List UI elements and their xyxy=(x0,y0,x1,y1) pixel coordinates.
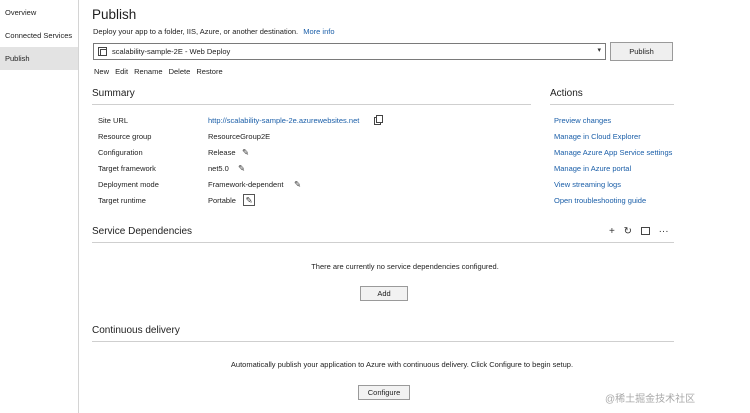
delete-profile-link[interactable]: Delete xyxy=(169,67,191,76)
actions-divider xyxy=(550,104,674,105)
continuous-delivery-message: Automatically publish your application t… xyxy=(230,360,574,369)
page-subtitle: Deploy your app to a folder, IIS, Azure,… xyxy=(93,27,335,36)
continuous-delivery-heading: Continuous delivery xyxy=(92,325,180,336)
sidebar-item-connected-services[interactable]: Connected Services xyxy=(0,24,78,47)
publish-page: Publish Deploy your app to a folder, IIS… xyxy=(80,0,750,413)
web-deploy-icon xyxy=(98,47,107,56)
actions-list: Preview changes Manage in Cloud Explorer… xyxy=(554,114,672,210)
sidebar-item-publish[interactable]: Publish xyxy=(0,47,78,70)
sidebar-item-overview[interactable]: Overview xyxy=(0,1,78,24)
summary-label: Target runtime xyxy=(98,196,146,205)
summary-value: Portable xyxy=(208,196,236,205)
preview-changes-link[interactable]: Preview changes xyxy=(554,114,672,130)
continuous-delivery-divider xyxy=(92,341,674,342)
chevron-down-icon: ▾ xyxy=(597,47,601,54)
service-dependencies-divider xyxy=(92,242,674,243)
manage-azure-portal-link[interactable]: Manage in Azure portal xyxy=(554,162,672,178)
restore-profile-link[interactable]: Restore xyxy=(196,67,222,76)
summary-value: net5.0 xyxy=(208,164,229,173)
summary-label: Site URL xyxy=(98,116,129,125)
subtitle-text: Deploy your app to a folder, IIS, Azure,… xyxy=(93,27,299,36)
add-dependency-icon[interactable]: + xyxy=(609,226,615,237)
refresh-icon[interactable]: ↻ xyxy=(624,226,632,237)
edit-profile-link[interactable]: Edit xyxy=(115,67,128,76)
view-streaming-logs-link[interactable]: View streaming logs xyxy=(554,178,672,194)
more-info-link[interactable]: More info xyxy=(303,27,334,36)
publish-profile-selected: scalability-sample-2E - Web Deploy xyxy=(112,47,231,56)
watermark: @稀土掘金技术社区 xyxy=(605,394,696,405)
summary-value: ResourceGroup2E xyxy=(208,132,271,141)
new-profile-link[interactable]: New xyxy=(94,67,109,76)
summary-label: Configuration xyxy=(98,148,143,157)
troubleshooting-guide-link[interactable]: Open troubleshooting guide xyxy=(554,194,672,210)
no-dependencies-message: There are currently no service dependenc… xyxy=(311,262,499,271)
configure-button[interactable]: Configure xyxy=(358,385,410,400)
manage-cloud-explorer-link[interactable]: Manage in Cloud Explorer xyxy=(554,130,672,146)
service-dependencies-heading: Service Dependencies xyxy=(92,226,193,237)
profile-actions: New Edit Rename Delete Restore xyxy=(94,67,227,76)
edit-target-runtime-icon[interactable]: ✎ xyxy=(243,194,255,206)
summary-divider xyxy=(92,104,531,105)
edit-deployment-mode-icon[interactable]: ✎ xyxy=(294,179,301,190)
summary-value: Framework-dependent xyxy=(208,180,284,189)
manage-app-service-settings-link[interactable]: Manage Azure App Service settings xyxy=(554,146,672,162)
sidebar: Overview Connected Services Publish xyxy=(0,0,79,413)
actions-heading: Actions xyxy=(550,88,583,99)
service-dependencies-toolbar: + ↻ ··· xyxy=(609,226,675,237)
summary-value: Release xyxy=(208,148,236,157)
manage-dependencies-icon[interactable] xyxy=(640,227,650,235)
summary-heading: Summary xyxy=(92,88,135,99)
site-url-link[interactable]: http://scalability-sample-2e.azurewebsit… xyxy=(208,116,359,125)
rename-profile-link[interactable]: Rename xyxy=(134,67,162,76)
edit-target-framework-icon[interactable]: ✎ xyxy=(238,163,245,174)
add-dependency-button[interactable]: Add xyxy=(360,286,408,301)
copy-icon[interactable] xyxy=(374,115,383,125)
edit-configuration-icon[interactable]: ✎ xyxy=(242,147,249,158)
page-title: Publish xyxy=(92,7,137,22)
publish-button[interactable]: Publish xyxy=(610,42,673,61)
more-options-icon[interactable]: ··· xyxy=(659,226,669,237)
summary-label: Resource group xyxy=(98,132,152,141)
summary-label: Deployment mode xyxy=(98,180,159,189)
publish-profile-dropdown[interactable]: scalability-sample-2E - Web Deploy ▾ xyxy=(93,43,606,60)
summary-label: Target framework xyxy=(98,164,156,173)
